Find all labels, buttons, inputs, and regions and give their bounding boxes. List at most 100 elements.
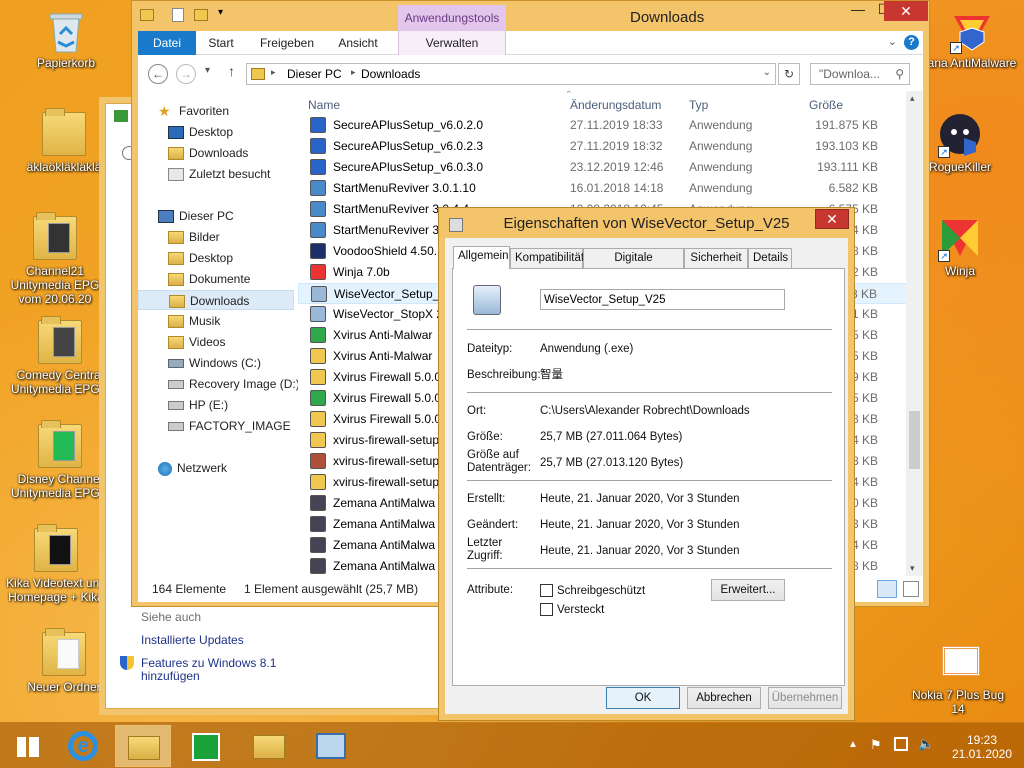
- tray-expand-icon[interactable]: ▲: [848, 739, 858, 750]
- new-folder-icon[interactable]: [194, 9, 208, 21]
- dialog-close-button[interactable]: ✕: [815, 209, 849, 229]
- desktop-icon-kika[interactable]: Kika Videotext und Homepage + Kika: [4, 524, 108, 604]
- desktop-icon-new-folder[interactable]: Neuer Ordner: [12, 628, 116, 694]
- hidden-checkbox[interactable]: [540, 603, 553, 616]
- tab-start[interactable]: Start: [196, 31, 246, 55]
- tab-freigeben[interactable]: Freigeben: [250, 31, 324, 55]
- taskbar-folder-app[interactable]: [241, 725, 297, 767]
- address-dropdown-icon[interactable]: ⌄: [763, 67, 771, 78]
- nav-fav-desktop[interactable]: Desktop: [168, 122, 233, 142]
- forward-button[interactable]: →: [176, 64, 196, 84]
- refresh-button[interactable]: ↻: [778, 63, 800, 85]
- properties-icon[interactable]: [172, 8, 184, 22]
- nav-videos[interactable]: Videos: [168, 332, 225, 352]
- file-row[interactable]: SecureAPlusSetup_v6.0.2.0 27.11.2019 18:3…: [298, 115, 918, 136]
- ribbon-expand-icon[interactable]: ⌄: [888, 35, 897, 48]
- nav-fav-downloads[interactable]: Downloads: [168, 143, 248, 163]
- accessed-label: Letzter Zugriff:: [467, 537, 503, 562]
- search-icon: ⚲: [895, 67, 904, 81]
- nav-bilder[interactable]: Bilder: [168, 227, 220, 247]
- desktop-icon-disney[interactable]: Disney Channel Unitymedia EPG v: [8, 420, 112, 500]
- tab-datei[interactable]: Datei: [138, 31, 196, 55]
- ok-button[interactable]: OK: [606, 687, 680, 709]
- filename-field[interactable]: [540, 289, 785, 310]
- file-row[interactable]: StartMenuReviver 3.0.1.10 16.01.2018 14:1…: [298, 178, 918, 199]
- clock[interactable]: 19:23 21.01.2020: [946, 733, 1018, 761]
- apply-button[interactable]: Übernehmen: [768, 687, 842, 709]
- file-name: Xvirus Anti-Malwar: [333, 349, 433, 363]
- taskbar-control-panel[interactable]: [304, 725, 360, 767]
- customize-dropdown-icon[interactable]: ▾: [218, 7, 223, 18]
- desktop-icon-label: Kika Videotext und Homepage + Kika: [6, 576, 106, 604]
- address-field[interactable]: ▸ Dieser PC ▸ Downloads ⌄: [246, 63, 776, 85]
- nav-network[interactable]: Netzwerk: [158, 458, 227, 478]
- desktop-icon-label: äklaökläkläklä: [26, 160, 102, 174]
- details-view-icon[interactable]: [877, 580, 897, 598]
- action-center-flag-icon[interactable]: ⚑: [870, 737, 882, 753]
- desktop-icon-channel21[interactable]: Channel21 Unitymedia EPG vom 20.06.20: [3, 212, 107, 306]
- column-date[interactable]: Änderungsdatum: [570, 98, 661, 112]
- breadcrumb-thispc[interactable]: Dieser PC: [287, 67, 342, 81]
- taskbar-file-explorer[interactable]: [115, 725, 171, 767]
- nav-musik[interactable]: Musik: [168, 311, 220, 331]
- folder-icon: [168, 231, 184, 245]
- taskbar-start-screen[interactable]: [0, 725, 56, 767]
- file-name: WiseVector_StopX 2: [333, 307, 444, 321]
- setup-program-icon: [473, 285, 501, 315]
- column-size[interactable]: Größe: [809, 98, 843, 112]
- taskbar-internet-explorer[interactable]: e: [56, 725, 112, 767]
- nav-drive-f[interactable]: FACTORY_IMAGE (F: [168, 416, 294, 436]
- nav-drive-c[interactable]: Windows (C:): [168, 353, 261, 373]
- nav-dokumente[interactable]: Dokumente: [168, 269, 250, 289]
- close-button[interactable]: ✕: [884, 1, 928, 21]
- tiles-view-icon[interactable]: [903, 581, 919, 597]
- scroll-up-icon[interactable]: ▴: [910, 93, 915, 104]
- desktop-icon-comedy[interactable]: Comedy Central Unitymedia EPG v: [8, 316, 112, 396]
- nav-desktop[interactable]: Desktop: [168, 248, 233, 268]
- search-input[interactable]: "Downloa... ⚲: [810, 63, 910, 85]
- taskbar-store[interactable]: [178, 725, 234, 767]
- help-icon[interactable]: ?: [904, 35, 919, 50]
- advanced-button[interactable]: Erweitert...: [711, 579, 785, 601]
- desktop-icon-zemana[interactable]: ↗ ana AntiMalware: [920, 8, 1024, 70]
- desktop-icon-recycle-bin[interactable]: Papierkorb: [14, 8, 118, 70]
- readonly-label: Schreibgeschützt: [557, 585, 646, 597]
- network-tray-icon[interactable]: [894, 737, 908, 751]
- file-type-icon: [310, 243, 326, 259]
- volume-icon[interactable]: 🔈: [918, 736, 934, 752]
- up-button[interactable]: ↑: [228, 63, 235, 79]
- nav-downloads[interactable]: Downloads: [138, 290, 294, 310]
- tab-ansicht[interactable]: Ansicht: [330, 31, 386, 55]
- file-row[interactable]: SecureAPlusSetup_v6.0.3.0 23.12.2019 12:4…: [298, 157, 918, 178]
- column-name[interactable]: Name: [308, 98, 340, 112]
- window-title: Downloads: [630, 9, 705, 26]
- minimize-button[interactable]: —: [844, 1, 872, 21]
- readonly-checkbox[interactable]: [540, 584, 553, 597]
- separator: [467, 392, 832, 393]
- installed-updates-link[interactable]: Installierte Updates: [141, 634, 244, 647]
- back-button[interactable]: ←: [148, 64, 168, 84]
- nav-favorites[interactable]: ★ Favoriten: [158, 101, 229, 121]
- breadcrumb-downloads[interactable]: Downloads: [361, 67, 420, 81]
- desktop-icon-folder[interactable]: äklaökläkläklä: [12, 108, 116, 174]
- nav-drive-d[interactable]: Recovery Image (D:): [168, 374, 300, 394]
- cancel-button[interactable]: Abbrechen: [687, 687, 761, 709]
- tab-kompatibilitaet[interactable]: Kompatibilität: [510, 248, 584, 268]
- vertical-scrollbar[interactable]: ▴ ▾: [906, 91, 923, 576]
- nav-drive-e[interactable]: HP (E:): [168, 395, 228, 415]
- tab-sicherheit[interactable]: Sicherheit: [684, 248, 748, 268]
- nav-fav-recent[interactable]: Zuletzt besucht: [168, 164, 270, 184]
- file-row[interactable]: SecureAPlusSetup_v6.0.2.3 27.11.2019 18:3…: [298, 136, 918, 157]
- tab-verwalten[interactable]: Verwalten: [398, 31, 506, 55]
- nav-thispc[interactable]: Dieser PC: [158, 206, 234, 226]
- add-features-link[interactable]: Features zu Windows 8.1 hinzufügen: [141, 657, 276, 683]
- tab-allgemein[interactable]: Allgemein: [453, 246, 510, 269]
- scroll-down-icon[interactable]: ▾: [910, 563, 915, 574]
- tab-details[interactable]: Details: [748, 248, 792, 268]
- folder-icon: [38, 420, 82, 468]
- column-type[interactable]: Typ: [689, 98, 708, 112]
- tab-signaturen[interactable]: Digitale Signaturen: [583, 248, 684, 282]
- desktop-icon-nokia[interactable]: Nokia 7 Plus Bug 14: [906, 640, 1010, 716]
- recent-locations-icon[interactable]: ▾: [205, 65, 210, 76]
- scroll-thumb[interactable]: [909, 411, 920, 469]
